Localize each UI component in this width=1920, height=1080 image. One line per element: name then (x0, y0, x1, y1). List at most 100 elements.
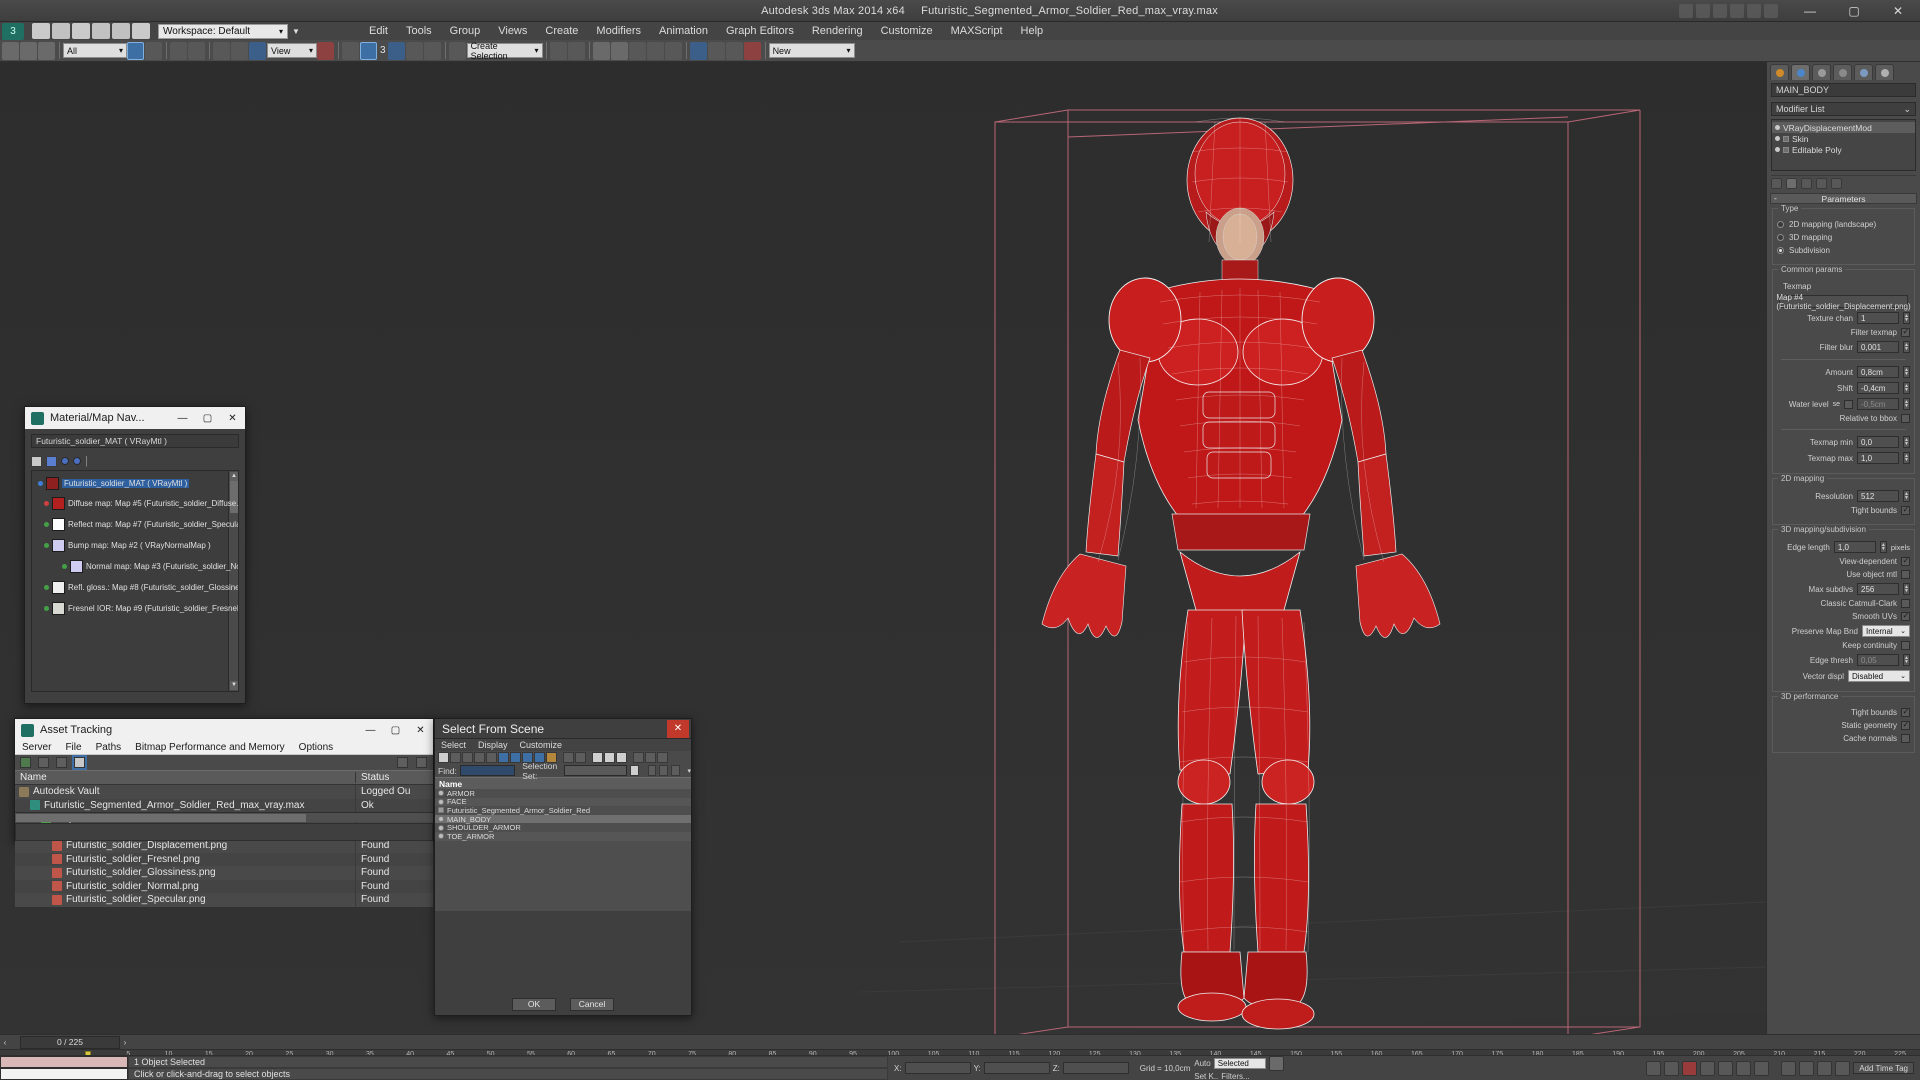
scene-object-row[interactable]: SHOULDER_ARMOR (435, 823, 691, 832)
asset-row[interactable]: Autodesk Vault Logged Ou (15, 785, 433, 799)
stack-expand-icon[interactable] (1783, 135, 1789, 142)
radio-button-icon[interactable] (1777, 247, 1784, 254)
cancel-button[interactable]: Cancel (570, 997, 614, 1011)
map-swatch-thumbnail[interactable] (52, 497, 65, 510)
rectangular-selection-region-icon[interactable] (170, 41, 187, 60)
select-by-name-icon[interactable] (145, 41, 162, 60)
material-tree-node[interactable]: Normal map: Map #3 (Futuristic_soldier_N… (62, 560, 238, 573)
get-latest-icon[interactable] (56, 757, 67, 768)
texmap-max-field[interactable]: 1,0 (1857, 452, 1899, 464)
make-unique-icon[interactable] (1801, 177, 1812, 189)
display-cameras-icon[interactable] (486, 752, 497, 763)
create-tab[interactable] (1770, 64, 1789, 80)
menu-modifiers[interactable]: Modifiers (587, 22, 650, 40)
radio-button-icon[interactable] (1777, 234, 1784, 241)
edge-thresh-field[interactable]: 0,05 (1857, 654, 1899, 666)
key-mode-selector[interactable]: Selected (1213, 1058, 1266, 1069)
coord-y-field[interactable] (983, 1062, 1050, 1074)
pan-view-icon[interactable] (1781, 1060, 1797, 1076)
type-option-3d[interactable]: 3D mapping (1777, 233, 1910, 242)
angle-snap-icon[interactable] (387, 41, 405, 60)
resolution-field[interactable]: 512 (1857, 490, 1899, 502)
delete-set-icon[interactable] (659, 765, 668, 776)
lock-indicator-bottom[interactable] (0, 1068, 128, 1080)
use-pivot-point-center-icon[interactable] (317, 41, 334, 60)
selection-lock-toggle[interactable] (0, 1056, 128, 1080)
asset-row[interactable]: Futuristic_soldier_Displacement.png Found (15, 839, 433, 853)
named-selection-set[interactable]: Create Selection ▾ (466, 41, 543, 61)
next-frame-icon[interactable] (1700, 1060, 1716, 1076)
type-option-subdivision[interactable]: Subdivision (1777, 246, 1910, 255)
tree-bullet-icon[interactable] (44, 501, 49, 506)
go-to-end-icon[interactable] (1718, 1060, 1734, 1076)
type-option-2d[interactable]: 2D mapping (landscape) (1777, 220, 1910, 229)
assets-menu-server[interactable]: Server (15, 741, 58, 755)
edge-length-spinner[interactable]: ▲ ▼ (1879, 541, 1887, 553)
shift-spinner[interactable]: ▲ ▼ (1903, 382, 1910, 394)
material-tree[interactable]: ▲ ▼ Futuristic_soldier_MAT ( VRayMtl ) Di… (31, 470, 239, 692)
display-geometry-icon[interactable] (450, 752, 461, 763)
add-time-tag-button[interactable]: Add Time Tag (1853, 1062, 1914, 1074)
menu-rendering[interactable]: Rendering (803, 22, 872, 40)
key-mode-toggle-icon[interactable] (1736, 1060, 1752, 1076)
coord-z-field[interactable] (1062, 1062, 1129, 1074)
texmap-min-spinner[interactable]: ▲ ▼ (1903, 436, 1910, 448)
go-to-start-icon[interactable] (1646, 1060, 1662, 1076)
map-swatch-thumbnail[interactable] (70, 560, 83, 573)
display-all-icon[interactable] (438, 752, 449, 763)
select-influences-icon[interactable] (575, 752, 586, 763)
max-subdivs-field[interactable]: 256 (1857, 583, 1899, 595)
render-frame-icon[interactable] (1696, 3, 1710, 18)
menu-edit[interactable]: Edit (360, 22, 397, 40)
assets-menu-bitmap[interactable]: Bitmap Performance and Memory (128, 741, 292, 755)
align-icon[interactable] (567, 41, 585, 60)
show-end-result-icon[interactable] (1786, 177, 1797, 189)
material-map-navigator-window[interactable]: Material/Map Nav... — ▢ ✕ Futuristic_sol… (24, 406, 246, 704)
tree-bullet-icon[interactable] (44, 606, 49, 611)
about-icon[interactable] (416, 757, 427, 768)
refresh-icon[interactable] (74, 757, 85, 768)
preserve-map-dropdown[interactable]: Internal ⌄ (1862, 625, 1910, 637)
assets-horizontal-scrollbar[interactable] (15, 812, 433, 822)
use-object-mtl-checkbox[interactable] (1901, 570, 1910, 579)
coord-x-field[interactable] (904, 1062, 971, 1074)
selection-set-input[interactable] (564, 765, 627, 776)
amount-field[interactable]: 0,8cm (1857, 366, 1899, 378)
parameters-rollout-header[interactable]: - Parameters (1770, 193, 1917, 204)
scene-object-row[interactable]: ARMOR (435, 789, 691, 798)
assets-menu-paths[interactable]: Paths (89, 741, 129, 755)
texture-chan-spinner[interactable]: ▲ ▼ (1903, 312, 1910, 324)
display-spacewarps-icon[interactable] (510, 752, 521, 763)
check-in-icon[interactable] (20, 757, 31, 768)
toggle-scene-explorer-icon[interactable] (610, 41, 628, 60)
pin-stack-icon[interactable] (1771, 177, 1782, 189)
lightbulb-icon[interactable] (1775, 136, 1780, 141)
close-button[interactable]: ✕ (1876, 0, 1920, 22)
menu-animation[interactable]: Animation (650, 22, 717, 40)
zoom-icon[interactable] (1799, 1060, 1815, 1076)
tree-bullet-icon[interactable] (38, 481, 43, 486)
orbit-icon[interactable] (1817, 1060, 1833, 1076)
object-name-field[interactable]: MAIN_BODY (1771, 83, 1916, 97)
frame-counter[interactable]: 0 / 225 (20, 1035, 120, 1049)
collapse-all-icon[interactable] (604, 752, 615, 763)
menu-create[interactable]: Create (536, 22, 587, 40)
render-setup-icon[interactable] (1679, 3, 1693, 18)
edit-set-icon[interactable] (670, 765, 680, 776)
material-tree-node[interactable]: Futuristic_soldier_MAT ( VRayMtl ) (38, 477, 190, 490)
texture-chan-field[interactable]: 1 (1857, 312, 1899, 324)
texmap-max-spinner[interactable]: ▲ ▼ (1903, 452, 1910, 464)
material-editor-icon[interactable] (689, 41, 707, 60)
display-shapes-icon[interactable] (462, 752, 473, 763)
menu-customize[interactable]: Customize (872, 22, 942, 40)
scene-object-row[interactable]: MAIN_BODY (435, 815, 691, 824)
filter-blur-field[interactable]: 0,001 (1857, 341, 1899, 353)
shift-field[interactable]: -0,4cm (1857, 382, 1899, 394)
curve-editor-icon[interactable] (646, 41, 664, 60)
render-production-icon[interactable] (743, 41, 761, 60)
previous-frame-icon[interactable] (1664, 1060, 1680, 1076)
menu-maxscript[interactable]: MAXScript (942, 22, 1012, 40)
amount-spinner[interactable]: ▲ ▼ (1903, 366, 1910, 378)
assets-menu-options[interactable]: Options (292, 741, 340, 755)
relative-bbox-checkbox[interactable] (1901, 414, 1910, 423)
